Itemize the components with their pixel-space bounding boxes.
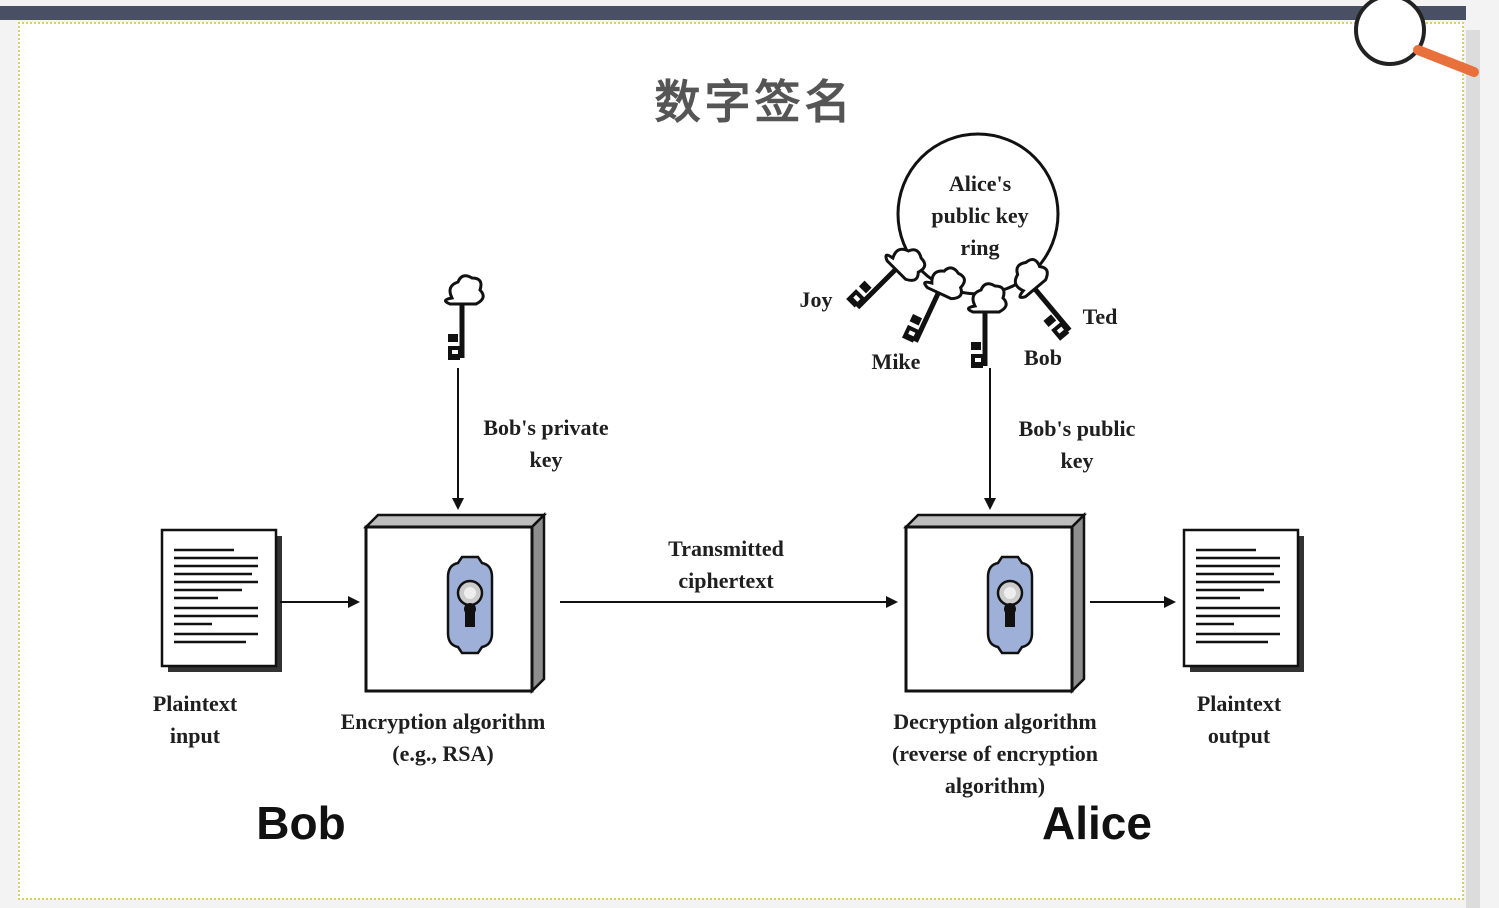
mike-label: Mike bbox=[871, 349, 921, 374]
ted-label: Ted bbox=[1082, 304, 1118, 329]
transmitted-label-line: ciphertext bbox=[678, 568, 774, 593]
public-key-label-line: key bbox=[1060, 448, 1094, 473]
private-key-label-line: key bbox=[529, 447, 563, 472]
plaintext-output-label-line: Plaintext bbox=[1196, 691, 1282, 716]
key-ring-label: Alice's public key ring bbox=[931, 168, 1028, 264]
key-ring-label-line: ring bbox=[960, 235, 1000, 260]
key-ring-label-line: public key bbox=[931, 203, 1029, 228]
magnifier-icon bbox=[1354, 0, 1479, 77]
sender-name: Bob bbox=[256, 797, 346, 849]
key-ring-label-line: Alice's bbox=[948, 171, 1012, 196]
decryption-label-line: Decryption algorithm bbox=[893, 709, 1097, 734]
private-key-label-line: Bob's private bbox=[483, 415, 609, 440]
plaintext-output-document-icon bbox=[1182, 528, 1306, 674]
ted-key-icon bbox=[1004, 254, 1087, 343]
decryption-lock-icon bbox=[986, 555, 1034, 655]
private-key-label: Bob's private key bbox=[483, 412, 608, 476]
plaintext-input-label-line: input bbox=[169, 723, 221, 748]
plaintext-output-label: Plaintext output bbox=[1197, 688, 1281, 752]
plaintext-input-document-icon bbox=[160, 528, 284, 674]
decryption-label-line: (reverse of encryption bbox=[891, 741, 1099, 766]
receiver-name: Alice bbox=[1042, 797, 1152, 849]
digital-signature-diagram bbox=[160, 0, 1479, 693]
encryption-label: Encryption algorithm (e.g., RSA) bbox=[341, 706, 546, 770]
bob-key-label: Bob bbox=[1024, 345, 1062, 370]
public-key-label: Bob's public key bbox=[1019, 413, 1136, 477]
transmitted-label-line: Transmitted bbox=[668, 536, 784, 561]
plaintext-output-label-line: output bbox=[1207, 723, 1271, 748]
encryption-label-line: (e.g., RSA) bbox=[392, 741, 494, 766]
decryption-label: Decryption algorithm (reverse of encrypt… bbox=[892, 706, 1098, 802]
encryption-lock-icon bbox=[446, 555, 494, 655]
bob-public-key-icon bbox=[968, 284, 1006, 368]
encryption-label-line: Encryption algorithm bbox=[340, 709, 546, 734]
joy-key-icon bbox=[844, 238, 930, 324]
joy-label: Joy bbox=[799, 287, 833, 312]
plaintext-input-label-line: Plaintext bbox=[152, 691, 238, 716]
private-key-icon bbox=[445, 276, 483, 360]
public-key-label-line: Bob's public bbox=[1018, 416, 1136, 441]
transmitted-ciphertext-label: Transmitted ciphertext bbox=[668, 533, 784, 597]
plaintext-input-label: Plaintext input bbox=[153, 688, 237, 752]
